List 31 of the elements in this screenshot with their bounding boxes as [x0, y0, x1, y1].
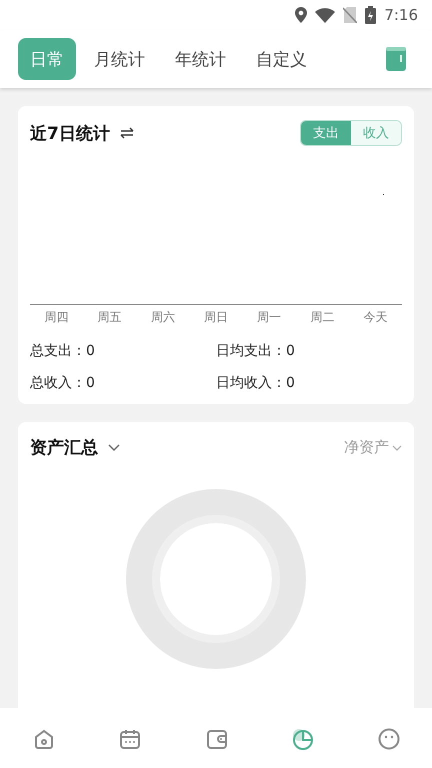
tab[interactable]: 年统计 — [163, 38, 238, 80]
stat-text: 总支出：0 — [30, 343, 95, 359]
net-assets-dropdown[interactable]: 净资产 — [344, 438, 402, 457]
tab[interactable]: 自定义 — [244, 38, 319, 80]
wifi-icon — [315, 8, 336, 22]
book-icon[interactable] — [386, 47, 406, 71]
card-title: 近7日统计 — [30, 122, 110, 144]
axis-label: 周日 — [202, 309, 229, 326]
tab[interactable]: 日常 — [18, 38, 76, 80]
chevron-down-icon[interactable] — [108, 444, 120, 451]
card-title: 资产汇总 — [30, 437, 98, 459]
axis-label: 周四 — [44, 309, 70, 326]
tab[interactable]: 月统计 — [82, 38, 157, 80]
axis-label: 周二 — [309, 309, 336, 326]
axis-label: 今天 — [362, 309, 388, 326]
stat-text: 日均支出：0 — [216, 343, 295, 359]
swap-icon[interactable] — [120, 127, 134, 139]
axis-label: 周六 — [150, 309, 176, 326]
axis-label: 周五 — [96, 309, 123, 326]
toggle-option[interactable]: 支出 — [301, 121, 351, 145]
stat-text: 总收入：0 — [30, 375, 95, 391]
toggle-option[interactable]: 收入 — [351, 121, 401, 145]
clock-time: 7:16 — [384, 6, 418, 24]
stat-text: 日均收入：0 — [216, 375, 295, 391]
axis-label: 周一 — [256, 309, 282, 326]
chevron-down-icon — [392, 444, 402, 450]
pie-chart-icon[interactable] — [290, 726, 314, 750]
no-sim-icon — [343, 7, 358, 23]
location-icon — [295, 7, 308, 23]
battery-icon — [365, 6, 376, 24]
face-icon[interactable] — [377, 726, 400, 750]
